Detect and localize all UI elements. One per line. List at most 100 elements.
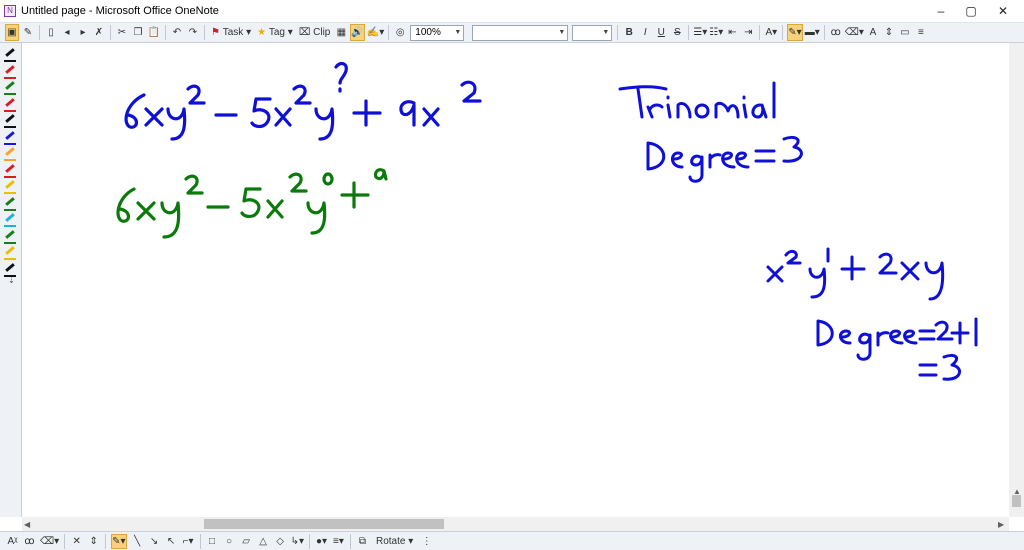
pen-swatch[interactable]: [4, 114, 17, 129]
pen-swatch[interactable]: [4, 180, 17, 195]
rotate-button[interactable]: Rotate ▾: [373, 534, 416, 549]
horizontal-scroll-thumb[interactable]: [204, 519, 444, 529]
task-label: Task: [222, 27, 244, 38]
lasso-icon[interactable]: ꝏ: [23, 534, 36, 549]
strikethrough-button[interactable]: S: [670, 24, 684, 41]
scroll-right-icon[interactable]: ▶: [998, 520, 1004, 529]
insert-space-icon[interactable]: ⇕: [882, 24, 896, 41]
window-title: Untitled page - Microsoft Office OneNote: [21, 5, 219, 17]
eraser-icon[interactable]: ⌫▾: [845, 24, 864, 41]
underline-button[interactable]: U: [654, 24, 668, 41]
font-select[interactable]: ▼: [472, 24, 569, 41]
pen-swatch[interactable]: [4, 196, 17, 212]
help-icon[interactable]: ◎: [393, 24, 407, 41]
page-view-icon[interactable]: ▣: [5, 24, 19, 41]
zoom-value: 100%: [415, 27, 441, 38]
paste-icon[interactable]: 📋: [147, 24, 161, 41]
eraser-icon[interactable]: ⌫▾: [40, 534, 59, 549]
arrange-icon[interactable]: ⧉: [356, 534, 369, 549]
undo-icon[interactable]: ↶: [170, 24, 184, 41]
pen-swatch[interactable]: [4, 163, 17, 179]
pen-icon: [5, 262, 15, 272]
pen-color-bar: [4, 60, 16, 62]
arrow-icon[interactable]: ↘: [148, 534, 161, 549]
bold-button[interactable]: B: [622, 24, 636, 41]
full-page-icon[interactable]: ▭: [898, 24, 912, 41]
font-color-icon[interactable]: ▬▾: [805, 24, 820, 41]
forward-icon[interactable]: ▸: [76, 24, 90, 41]
italic-button[interactable]: I: [638, 24, 652, 41]
rectangle-icon[interactable]: □: [206, 534, 219, 549]
clip-button[interactable]: ⌧ Clip: [297, 24, 333, 41]
highlighter-icon[interactable]: ✎▾: [787, 24, 803, 41]
zoom-select[interactable]: 100% ▼: [410, 24, 465, 41]
vertical-scroll-thumb[interactable]: [1012, 495, 1021, 507]
title-bar: N Untitled page - Microsoft Office OneNo…: [0, 0, 1024, 22]
ink-example-expression: [766, 247, 978, 381]
font-size-select[interactable]: ▼: [572, 24, 613, 41]
numbering-icon[interactable]: ☷▾: [709, 24, 723, 41]
delete-icon[interactable]: ✗: [92, 24, 106, 41]
shape-more-icon[interactable]: ↳▾: [291, 534, 304, 549]
ink-to-text-icon[interactable]: Aᵡ: [6, 534, 19, 549]
pen-swatch[interactable]: [4, 213, 17, 228]
page-canvas[interactable]: 6xy² − 5x²y⁹ + 9x²6xy² − 5x²y⁰ + aTrinom…: [22, 43, 1009, 517]
back-icon[interactable]: ◂: [60, 24, 74, 41]
cut-icon[interactable]: ✂: [115, 24, 129, 41]
increase-indent-icon[interactable]: ⇥: [741, 24, 755, 41]
pen-icon: [5, 130, 15, 140]
pen-swatch[interactable]: [4, 147, 17, 162]
ellipse-icon[interactable]: ○: [223, 534, 236, 549]
pen-swatch[interactable]: [4, 246, 17, 261]
line-icon[interactable]: ╲: [131, 534, 144, 549]
toolbar-options-icon[interactable]: ≡: [914, 24, 928, 41]
chevron-down-icon: ▼: [454, 29, 462, 36]
lasso-icon[interactable]: ꝏ: [829, 24, 843, 41]
pen-icon: [5, 97, 15, 107]
pen-color-bar: [4, 225, 16, 227]
styles-icon[interactable]: A▾: [764, 24, 778, 41]
restore-button[interactable]: ▢: [963, 3, 979, 19]
horizontal-scrollbar[interactable]: ◀ ▶: [22, 517, 1009, 531]
tag-button[interactable]: ★ Tag ▾: [255, 24, 295, 41]
double-arrow-icon[interactable]: ↖: [165, 534, 178, 549]
layout-icon[interactable]: ▦: [334, 24, 348, 41]
pen-swatch[interactable]: [4, 130, 17, 146]
copy-icon[interactable]: ❐: [131, 24, 145, 41]
pen-swatch[interactable]: [4, 64, 17, 80]
pen-icon: [5, 147, 15, 156]
color-icon[interactable]: ●▾: [315, 534, 328, 549]
pen-swatch[interactable]: [4, 97, 17, 113]
pen-icon: [5, 163, 15, 173]
close-icon[interactable]: ✕: [70, 534, 83, 549]
vertical-scrollbar[interactable]: ▲: [1009, 43, 1024, 517]
diamond-icon[interactable]: ◇: [274, 534, 287, 549]
line-weight-icon[interactable]: ≡▾: [332, 534, 345, 549]
parallelogram-icon[interactable]: ▱: [240, 534, 253, 549]
drawing-toolbar: Aᵡ ꝏ ⌫▾ ✕ ⇕ ✎▾ ╲ ↘ ↖ ⌐▾ □ ○ ▱ △ ◇ ↳▾ ●▾ …: [0, 531, 1024, 550]
pen-select-icon[interactable]: ✍▾: [367, 24, 384, 41]
minimize-button[interactable]: –: [933, 3, 949, 19]
insert-space-icon[interactable]: ⇕: [87, 534, 100, 549]
pen-icon[interactable]: ✎▾: [111, 533, 127, 549]
pen-swatch[interactable]: [4, 81, 17, 96]
onenote-app-icon[interactable]: N: [4, 5, 16, 17]
decrease-indent-icon[interactable]: ⇤: [725, 24, 739, 41]
connector-icon[interactable]: ⌐▾: [182, 534, 195, 549]
close-button[interactable]: ✕: [995, 3, 1011, 19]
triangle-icon[interactable]: △: [257, 534, 270, 549]
pen-color-bar: [4, 175, 16, 178]
new-page-icon[interactable]: ▯: [44, 24, 58, 41]
bullets-icon[interactable]: ☰▾: [693, 24, 707, 41]
pen-swatch[interactable]: [4, 229, 17, 245]
task-button[interactable]: ⚑ Task ▾: [209, 24, 253, 41]
standard-toolbar: ▣ ✎ ▯ ◂ ▸ ✗ ✂ ❐ 📋 ↶ ↷ ⚑ Task ▾ ★ Tag ▾ ⌧…: [0, 22, 1024, 43]
pen-swatch[interactable]: [4, 48, 17, 63]
audio-icon[interactable]: 🔊: [350, 24, 365, 41]
toolbar-options-icon[interactable]: ⋮: [420, 534, 433, 549]
pen-more-icon[interactable]: ⇣: [8, 276, 15, 285]
ink-to-text-icon[interactable]: A: [866, 24, 880, 41]
redo-icon[interactable]: ↷: [186, 24, 200, 41]
pen-mode-icon[interactable]: ✎: [21, 24, 35, 41]
scroll-left-icon[interactable]: ◀: [24, 520, 30, 529]
